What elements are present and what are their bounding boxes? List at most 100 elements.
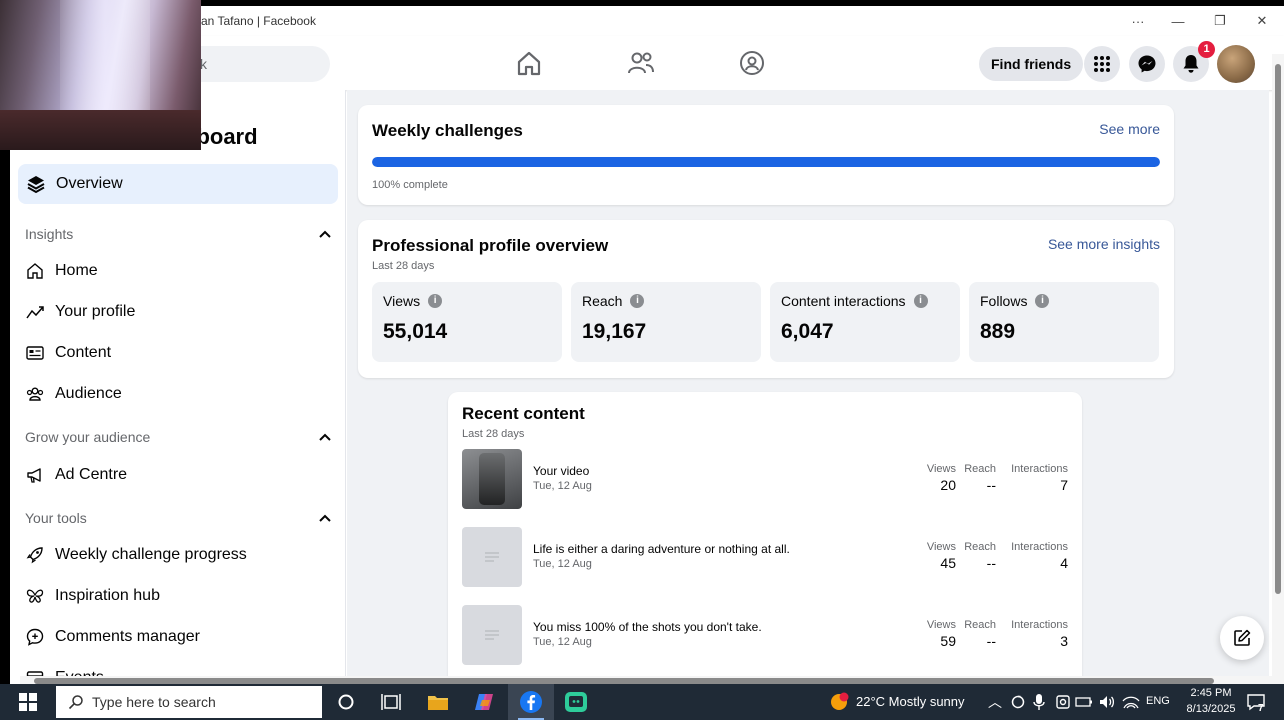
file-explorer-icon[interactable] [424, 688, 452, 716]
metric-reach: Reach -- [964, 463, 996, 493]
avatar[interactable] [1217, 45, 1255, 83]
wifi-icon[interactable] [1117, 688, 1145, 716]
content-row[interactable]: Your video Tue, 12 Aug Views 20 Reach -- I… [462, 449, 1068, 509]
stat-value: 6,047 [781, 320, 834, 343]
section-insights[interactable]: Insights [25, 226, 331, 242]
content-title: Your video [533, 464, 590, 478]
stat-reach[interactable]: Reach i 19,167 [571, 282, 761, 362]
text-post-thumbnail[interactable] [462, 605, 522, 665]
card-subtitle: Last 28 days [372, 260, 435, 272]
content-title: Life is either a daring adventure or not… [533, 542, 790, 556]
info-icon[interactable]: i [1035, 294, 1050, 308]
sidebar-item-home[interactable]: Home [24, 260, 98, 282]
close-button[interactable]: ✕ [1242, 10, 1282, 32]
clock-time[interactable]: 2:45 PM [1186, 687, 1236, 699]
info-icon[interactable]: i [630, 294, 645, 308]
chevron-up-tray-icon[interactable]: ︿ [988, 692, 1002, 712]
info-icon[interactable]: i [428, 294, 443, 308]
copilot-icon[interactable] [470, 688, 498, 716]
sofa-image [0, 110, 201, 150]
sidebar-item-inspiration-hub[interactable]: Inspiration hub [24, 585, 160, 607]
sidebar-item-your-profile[interactable]: Your profile [24, 301, 135, 323]
metric-value: 59 [940, 633, 956, 649]
vertical-scrollbar[interactable] [1272, 54, 1284, 684]
metric-views: Views 20 [927, 463, 956, 493]
sidebar-item-overview[interactable]: Overview [18, 164, 338, 204]
metric-interactions: Interactions 4 [1011, 541, 1068, 571]
sidebar-item-comments-manager[interactable]: Comments manager [24, 626, 200, 648]
cortana-icon[interactable] [332, 688, 360, 716]
home-outline-icon [27, 263, 43, 279]
chevron-up-icon[interactable] [319, 230, 331, 238]
minimize-button[interactable]: — [1158, 10, 1198, 32]
friends-icon[interactable] [626, 48, 656, 78]
sidebar-item-weekly-challenge[interactable]: Weekly challenge progress [24, 544, 247, 566]
challenge-progress-bar [372, 157, 1160, 167]
search-icon [68, 695, 83, 710]
chevron-up-icon[interactable] [319, 514, 331, 522]
task-view-icon[interactable] [377, 688, 405, 716]
compose-button[interactable] [1220, 616, 1264, 660]
megaphone-icon [27, 468, 41, 483]
teams-chat-icon[interactable] [562, 688, 590, 716]
weather-text[interactable]: 22°C Mostly sunny [856, 694, 965, 709]
maximize-button[interactable]: ❐ [1200, 10, 1240, 32]
sidebar-item-label: Your profile [55, 303, 136, 320]
stat-content-interactions[interactable]: Content interactions i 6,047 [770, 282, 960, 362]
sidebar-item-label: Content [55, 344, 112, 361]
metric-value: -- [986, 555, 996, 571]
metric-header: Views [926, 619, 956, 631]
metric-value: 20 [940, 477, 956, 493]
weather-icon[interactable] [825, 688, 853, 716]
info-icon[interactable]: i [913, 294, 928, 308]
windows-start-icon[interactable] [14, 688, 42, 716]
see-more-insights-link[interactable]: See more insights [1048, 236, 1160, 252]
rocket-icon [26, 547, 43, 564]
text-post-thumbnail[interactable] [462, 527, 522, 587]
metric-value: 4 [1060, 555, 1068, 571]
sidebar-item-ad-centre[interactable]: Ad Centre [24, 464, 127, 486]
recent-content-card: Recent content Last 28 days Your video T… [448, 392, 1082, 684]
content-date: Tue, 12 Aug [533, 480, 592, 492]
sidebar-item-audience[interactable]: Audience [24, 383, 122, 405]
horizontal-scrollbar[interactable] [20, 676, 1272, 684]
facebook-icon[interactable] [517, 688, 545, 716]
chevron-up-icon[interactable] [319, 433, 331, 441]
sidebar-item-label: Inspiration hub [55, 587, 160, 604]
metric-value: -- [986, 633, 996, 649]
clock-date[interactable]: 8/13/2025 [1180, 703, 1242, 715]
stat-value: 19,167 [582, 320, 647, 343]
messenger-icon[interactable] [1129, 46, 1165, 82]
facebook-header: k Find friends 1 [10, 36, 1284, 90]
sidebar-item-label: Ad Centre [55, 466, 128, 483]
menu-grid-icon[interactable] [1084, 46, 1120, 82]
groups-icon[interactable] [737, 48, 767, 78]
content-row[interactable]: Life is either a daring adventure or not… [462, 527, 1068, 587]
stat-value: 55,014 [383, 320, 448, 343]
notification-badge: 1 [1198, 41, 1215, 58]
scrollbar-thumb[interactable] [1275, 64, 1281, 594]
taskbar-search-input[interactable]: Type here to search [56, 686, 322, 718]
stat-label: Reach [582, 293, 623, 309]
sidebar-item-content[interactable]: Content [24, 342, 111, 364]
metric-reach: Reach -- [964, 541, 996, 571]
home-icon[interactable] [514, 48, 544, 78]
section-grow-audience[interactable]: Grow your audience [25, 429, 331, 445]
stat-label: Follows [980, 293, 1028, 309]
stat-follows[interactable]: Follows i 889 [969, 282, 1159, 362]
video-thumbnail[interactable] [462, 449, 522, 509]
card-title: Recent content [462, 404, 585, 423]
content-date: Tue, 12 Aug [533, 558, 592, 570]
notification-center-icon[interactable] [1242, 688, 1270, 716]
see-more-link[interactable]: See more [1099, 121, 1160, 137]
content-row[interactable]: You miss 100% of the shots you don't tak… [462, 605, 1068, 665]
section-your-tools[interactable]: Your tools [25, 510, 331, 526]
metric-header: Interactions [1011, 463, 1068, 475]
find-friends-button[interactable]: Find friends [979, 47, 1084, 81]
language-indicator[interactable]: ENG [1146, 695, 1170, 707]
stat-views[interactable]: Views i 55,014 [372, 282, 562, 362]
search-placeholder: Type here to search [92, 694, 216, 710]
butterfly-icon [26, 589, 44, 603]
more-options-button[interactable]: ··· [1118, 10, 1158, 32]
metric-value: -- [986, 477, 996, 493]
